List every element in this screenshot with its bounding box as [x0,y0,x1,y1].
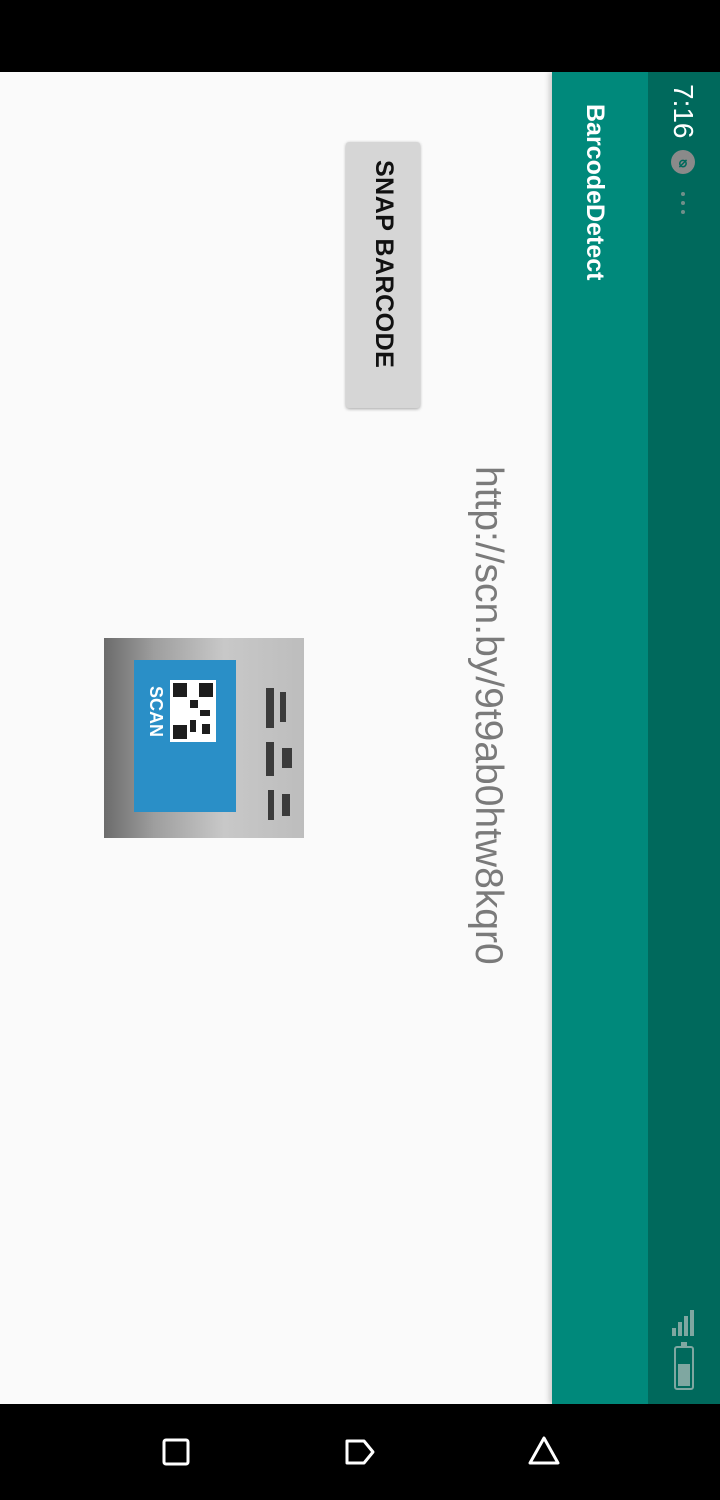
barcode-result-text: http://scn.by/9t9ab0htw8kqr0 [467,466,510,965]
barcode-preview-image: SCAN [104,638,304,838]
home-button[interactable] [340,1432,380,1472]
signal-icon [672,1308,696,1336]
toolbar-title: BarcodeDetect [581,104,609,281]
recents-button[interactable] [156,1432,196,1472]
weibo-icon: ⌀ [671,150,695,174]
recents-icon [162,1438,190,1466]
more-dots-icon [680,192,686,216]
status-clock: 7:16 [668,84,699,139]
battery-icon [674,1342,694,1390]
preview-qr-code [170,680,216,742]
back-icon [528,1436,560,1465]
home-icon [345,1439,375,1465]
back-button[interactable] [524,1432,564,1472]
top-black-bar [0,0,720,72]
snap-barcode-label: SNAP BARCODE [370,160,398,369]
preview-printed-marks [260,682,300,832]
preview-scan-text: SCAN [146,686,166,738]
status-bar [648,72,720,1404]
